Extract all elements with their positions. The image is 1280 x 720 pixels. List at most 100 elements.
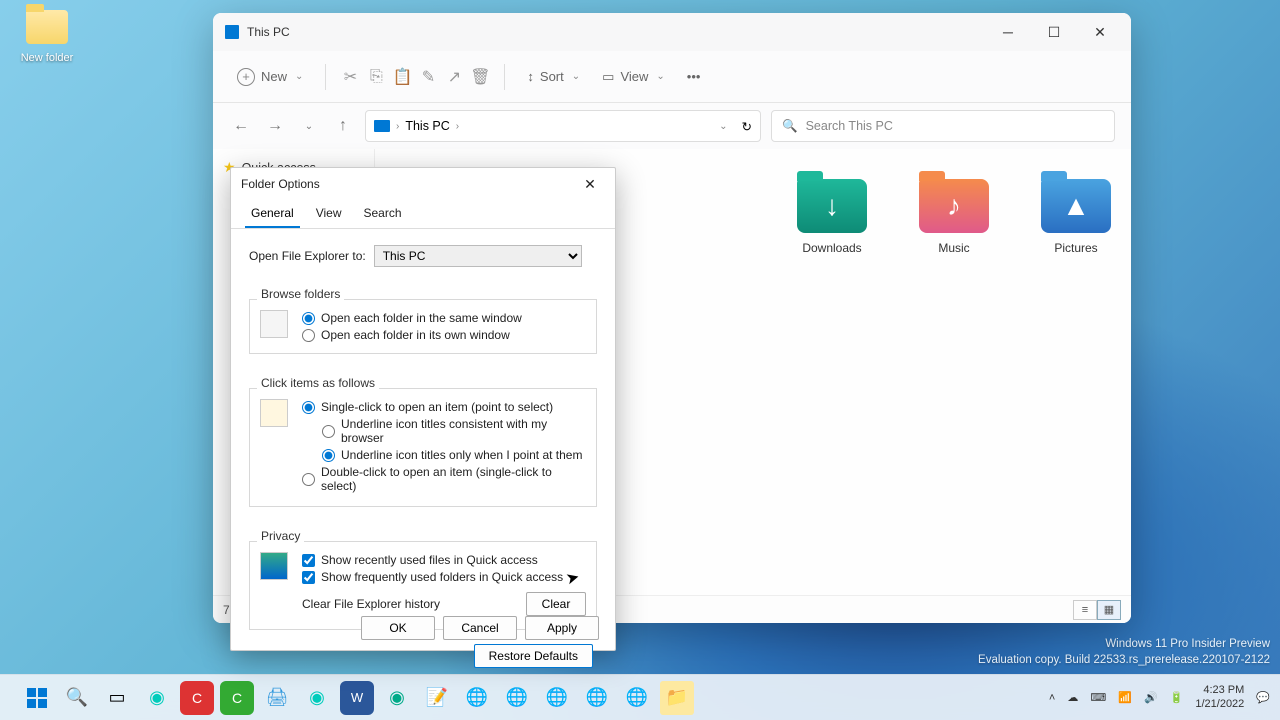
close-button[interactable]: ✕ [1077,16,1123,48]
battery-icon[interactable]: 🔋 [1170,691,1184,704]
dialog-titlebar[interactable]: Folder Options ✕ [231,168,615,200]
desktop-folder-icon[interactable]: New folder [12,10,82,66]
more-button[interactable]: ••• [679,63,709,90]
privacy-label: Privacy [257,529,304,543]
taskbar-app-icon[interactable]: 🖨 [260,681,294,715]
folder-icon: ▲ [1041,179,1111,233]
folder-icon: ♪ [919,179,989,233]
wifi-icon[interactable]: 📶 [1118,691,1132,704]
copy-icon[interactable]: ⎘ [366,67,386,87]
taskbar-chrome-icon[interactable]: 🌐 [500,681,534,715]
rename-icon[interactable]: ✎ [418,67,438,87]
sort-button[interactable]: ↕ Sort⌄ [519,63,588,90]
dialog-footer: OK Cancel Apply [361,616,599,640]
chevron-down-icon[interactable]: ⌄ [719,121,727,132]
tab-search[interactable]: Search [358,200,408,228]
folder-item[interactable]: .fldr:nth-of-type(2) .bigico::before{bac… [793,179,871,257]
open-to-select[interactable]: This PC [374,245,582,267]
view-button[interactable]: ▭ View⌄ [594,63,673,91]
click-items-group: Single-click to open an item (point to s… [249,388,597,507]
dialog-body: Open File Explorer to: This PC Browse fo… [231,229,615,678]
ok-button[interactable]: OK [361,616,435,640]
watermark: Windows 11 Pro Insider Preview Evaluatio… [978,636,1270,668]
taskbar-edge-icon[interactable]: ◉ [380,681,414,715]
minimize-button[interactable]: ─ [985,16,1031,48]
search-button[interactable]: 🔍 [60,681,94,715]
forward-button[interactable]: → [263,114,287,138]
tray-chevron-icon[interactable]: ˄ [1049,692,1055,704]
details-view-button[interactable]: ≡ [1073,600,1097,620]
dialog-title: Folder Options [241,177,320,191]
search-icon: 🔍 [782,119,798,134]
refresh-icon[interactable]: ↻ [742,119,752,134]
folder-label: Downloads [802,241,861,255]
delete-icon[interactable]: 🗑 [470,67,490,87]
privacy-preview-icon [260,552,288,580]
click-items-label: Click items as follows [257,376,379,390]
address-bar[interactable]: › This PC › ⌄ ↻ [365,110,761,142]
checkbox-recent-files[interactable] [302,554,315,567]
taskbar-app-icon[interactable]: C [220,681,254,715]
radio-underline-browser[interactable] [322,425,335,438]
radio-single-click[interactable] [302,401,315,414]
cancel-button[interactable]: Cancel [443,616,517,640]
this-pc-icon [225,25,239,39]
browse-preview-icon [260,310,288,338]
start-button[interactable] [20,681,54,715]
window-title: This PC [247,25,290,39]
taskbar-explorer-icon[interactable]: 📁 [660,681,694,715]
clear-button[interactable]: Clear [526,592,586,616]
chevron-down-icon: ⌄ [295,71,303,82]
task-view-button[interactable]: ▭ [100,681,134,715]
back-button[interactable]: ← [229,114,253,138]
dialog-tabs: General View Search [231,200,615,229]
new-button[interactable]: New⌄ [229,62,311,92]
taskbar-app-icon[interactable]: 📝 [420,681,454,715]
onedrive-icon[interactable]: ☁ [1067,691,1078,704]
share-icon[interactable]: ↗ [444,67,464,87]
folder-label: Music [938,241,969,255]
taskbar-word-icon[interactable]: W [340,681,374,715]
dialog-close-button[interactable]: ✕ [575,172,605,196]
browse-folders-label: Browse folders [257,287,344,301]
up-button[interactable]: ↑ [331,114,355,138]
folder-item[interactable]: .fldr:nth-of-type(4) .bigico::before{bac… [1037,179,1115,257]
folder-item[interactable]: .fldr:nth-of-type(3) .bigico::before{bac… [915,179,993,257]
icons-view-button[interactable]: ▦ [1097,600,1121,620]
titlebar[interactable]: This PC ─ ☐ ✕ [213,13,1131,51]
taskbar-app-icon[interactable]: C [180,681,214,715]
taskbar-chrome-icon[interactable]: 🌐 [620,681,654,715]
radio-own-window[interactable] [302,329,315,342]
tab-view[interactable]: View [310,200,348,228]
plus-icon [237,68,255,86]
clock[interactable]: 4:23 PM 1/21/2022 [1195,684,1244,710]
tab-general[interactable]: General [245,200,300,228]
input-icon[interactable]: ⌨ [1090,691,1106,704]
desktop-icon-label: New folder [21,52,74,64]
search-input[interactable]: 🔍 Search This PC [771,110,1115,142]
system-tray[interactable]: ˄ ☁ ⌨ 📶 🔊 🔋 4:23 PM 1/21/2022 💬 [1049,684,1270,710]
apply-button[interactable]: Apply [525,616,599,640]
toolbar: New⌄ ✂ ⎘ 📋 ✎ ↗ 🗑 ↕ Sort⌄ ▭ View⌄ ••• [213,51,1131,103]
folder-icon [26,10,68,44]
taskbar-chrome-icon[interactable]: 🌐 [540,681,574,715]
paste-icon[interactable]: 📋 [392,67,412,87]
browse-folders-group: Open each folder in the same window Open… [249,299,597,354]
taskbar-chrome-icon[interactable]: 🌐 [580,681,614,715]
volume-icon[interactable]: 🔊 [1144,691,1158,704]
taskbar-app-icon[interactable]: ◉ [300,681,334,715]
taskbar-chrome-icon[interactable]: 🌐 [460,681,494,715]
notifications-icon[interactable]: 💬 [1256,691,1270,704]
address-bar-row: ← → ⌄ ↑ › This PC › ⌄ ↻ 🔍 Search This PC [213,103,1131,149]
recent-chevron-icon[interactable]: ⌄ [297,114,321,138]
radio-underline-point[interactable] [322,449,335,462]
taskbar-edge-icon[interactable]: ◉ [140,681,174,715]
search-placeholder: Search This PC [806,119,893,133]
checkbox-frequent-folders[interactable] [302,571,315,584]
radio-double-click[interactable] [302,473,315,486]
breadcrumb[interactable]: This PC [405,119,449,133]
cut-icon[interactable]: ✂ [340,67,360,87]
radio-same-window[interactable] [302,312,315,325]
restore-defaults-button[interactable]: Restore Defaults [474,644,593,668]
maximize-button[interactable]: ☐ [1031,16,1077,48]
